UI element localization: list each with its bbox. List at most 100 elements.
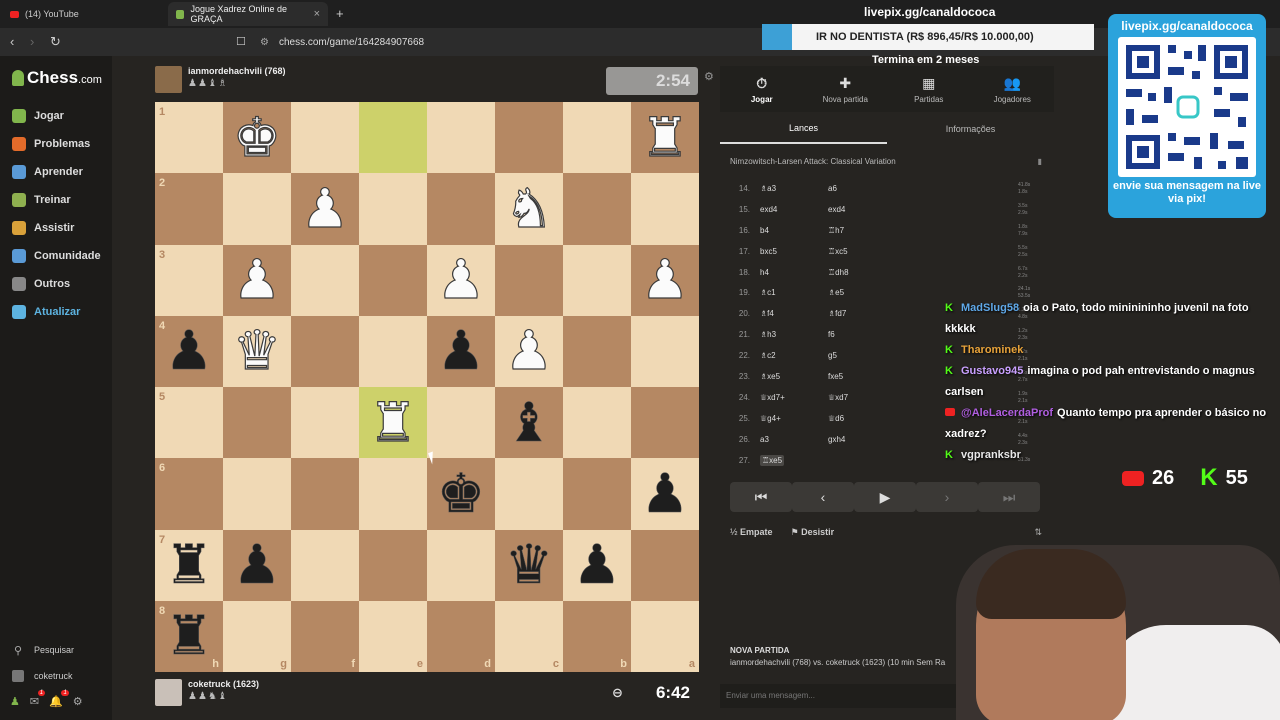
sidebar-item-treinar[interactable]: Treinar [0, 186, 112, 214]
board-square[interactable]: 3 [155, 244, 223, 316]
board-square[interactable]: g [223, 600, 291, 672]
draw-button[interactable]: ½ Empate [730, 527, 773, 537]
sidebar-item-assistir[interactable]: Assistir [0, 214, 112, 242]
board-square[interactable] [291, 529, 359, 601]
white-knight-icon[interactable]: ♞ [495, 173, 563, 244]
board-square[interactable] [291, 387, 359, 459]
top-player-avatar[interactable] [155, 66, 182, 93]
board-square[interactable] [427, 102, 495, 174]
black-move[interactable]: ♖h7 [828, 226, 888, 235]
back-icon[interactable]: ‹ [10, 34, 14, 49]
subtab-info[interactable]: Informações [887, 114, 1054, 144]
board-square[interactable] [631, 315, 699, 387]
black-move[interactable]: ♖xc5 [828, 247, 888, 256]
board-square[interactable] [359, 102, 427, 174]
tab-youtube[interactable]: (14) YouTube [2, 2, 167, 26]
black-rook-icon[interactable]: ♜ [155, 601, 223, 672]
bottom-player-avatar[interactable] [155, 679, 182, 706]
board-square[interactable]: 2 [155, 173, 223, 245]
white-pawn-icon[interactable]: ♟ [495, 316, 563, 387]
messages-icon[interactable]: ✉ 1 [30, 690, 46, 708]
white-move[interactable]: b4 [760, 226, 828, 235]
white-rook-icon[interactable]: ♜ [631, 102, 699, 173]
black-move[interactable]: ♕d6 [828, 414, 888, 423]
play-button[interactable]: ▶ [854, 482, 916, 512]
sidebar-item-aprender[interactable]: Aprender [0, 158, 112, 186]
flip-board-icon[interactable]: ⇅ [1034, 527, 1042, 538]
board-square[interactable]: f [291, 600, 359, 672]
white-rook-icon[interactable]: ♜ [359, 387, 427, 458]
bookmark-icon[interactable]: ☐ [236, 35, 246, 48]
white-move[interactable]: a3 [760, 435, 828, 444]
chess-board[interactable]: 1 2 3 4 5 6 7 8 h g f e d c b a ♚ ♜ ♟ ♞ ♟ ♟ ♟ ♟ ♛ ♟ ♟ ♜ ♝ ♚ ♟ ♜ ♟ ♛ ♟ ♜ [155, 102, 699, 672]
board-settings-icon[interactable]: ⚙ [704, 70, 714, 83]
white-move[interactable]: ♖xe5 [760, 454, 828, 466]
sidebar-user[interactable]: coketruck [0, 663, 112, 689]
white-move[interactable]: bxc5 [760, 247, 828, 256]
board-square[interactable] [359, 315, 427, 387]
board-square[interactable] [631, 387, 699, 459]
white-move[interactable]: h4 [760, 268, 828, 277]
board-square[interactable] [291, 102, 359, 174]
white-move[interactable]: ♗xe5 [760, 372, 828, 381]
white-move[interactable]: ♗h3 [760, 330, 828, 339]
black-move[interactable]: fxe5 [828, 372, 888, 381]
panel-tab-nova-partida[interactable]: ✚ Nova partida [804, 66, 888, 112]
move-row[interactable]: 15. exd4 exd4 3.5s 2.9s [720, 199, 1054, 220]
forward-icon[interactable]: › [30, 34, 34, 49]
board-square[interactable] [495, 458, 563, 530]
board-square[interactable] [563, 173, 631, 245]
tab-chess[interactable]: Jogue Xadrez Online de GRAÇA × [168, 2, 328, 26]
board-square[interactable] [563, 315, 631, 387]
bottom-player-name[interactable]: coketruck (1623) [188, 679, 259, 689]
board-square[interactable]: b [563, 600, 631, 672]
top-player-name[interactable]: ianmordehachvili (768) [188, 66, 286, 76]
close-tab-icon[interactable]: × [314, 8, 320, 20]
board-square[interactable]: 1 [155, 102, 223, 174]
move-row[interactable]: 16. b4 ♖h7 1.8s 7.9s [720, 220, 1054, 241]
url-field[interactable]: ⚙ chess.com/game/164284907668 [260, 32, 760, 52]
board-square[interactable] [427, 387, 495, 459]
white-queen-icon[interactable]: ♛ [223, 316, 291, 387]
black-move[interactable]: ♗fd7 [828, 309, 888, 318]
board-square[interactable]: d [427, 600, 495, 672]
black-move[interactable]: f6 [828, 330, 888, 339]
white-move[interactable]: ♗c1 [760, 288, 828, 297]
board-square[interactable] [563, 387, 631, 459]
chess-logo[interactable]: Chess .com [12, 68, 102, 88]
board-square[interactable] [291, 315, 359, 387]
board-square[interactable] [291, 458, 359, 530]
black-move[interactable]: a6 [828, 184, 888, 193]
black-move[interactable]: gxh4 [828, 435, 888, 444]
board-square[interactable] [563, 102, 631, 174]
white-pawn-icon[interactable]: ♟ [223, 245, 291, 316]
black-move[interactable]: g5 [828, 351, 888, 360]
white-move[interactable]: ♕xd7+ [760, 393, 828, 402]
panel-tab-jogadores[interactable]: 👥 Jogadores [971, 66, 1055, 112]
sidebar-item-comunidade[interactable]: Comunidade [0, 242, 112, 270]
black-queen-icon[interactable]: ♛ [495, 530, 563, 601]
black-move[interactable]: exd4 [828, 205, 888, 214]
board-square[interactable] [291, 244, 359, 316]
board-square[interactable] [495, 102, 563, 174]
white-move[interactable]: ♗c2 [760, 351, 828, 360]
move-row[interactable]: 18. h4 ♖dh8 6.7s 2.2s [720, 262, 1054, 283]
white-move[interactable]: exd4 [760, 205, 828, 214]
reload-icon[interactable]: ↻ [50, 34, 61, 50]
settings-icon[interactable]: ⚙ [73, 695, 83, 708]
white-pawn-icon[interactable]: ♟ [291, 173, 359, 244]
black-move[interactable]: ♕xd7 [828, 393, 888, 402]
board-square[interactable] [223, 458, 291, 530]
board-square[interactable]: e [359, 600, 427, 672]
board-square[interactable]: 5 [155, 387, 223, 459]
black-move[interactable]: ♖dh8 [828, 268, 888, 277]
white-move[interactable]: ♗a3 [760, 184, 828, 193]
prev-move-button[interactable]: ‹ [792, 482, 854, 512]
white-pawn-icon[interactable]: ♟ [631, 245, 699, 316]
board-square[interactable] [563, 458, 631, 530]
black-pawn-icon[interactable]: ♟ [155, 316, 223, 387]
board-square[interactable]: 6 [155, 458, 223, 530]
black-move[interactable]: ♗e5 [828, 288, 888, 297]
sidebar-item-outros[interactable]: Outros [0, 270, 112, 298]
move-row[interactable]: 17. bxc5 ♖xc5 5.5s 2.5s [720, 241, 1054, 262]
